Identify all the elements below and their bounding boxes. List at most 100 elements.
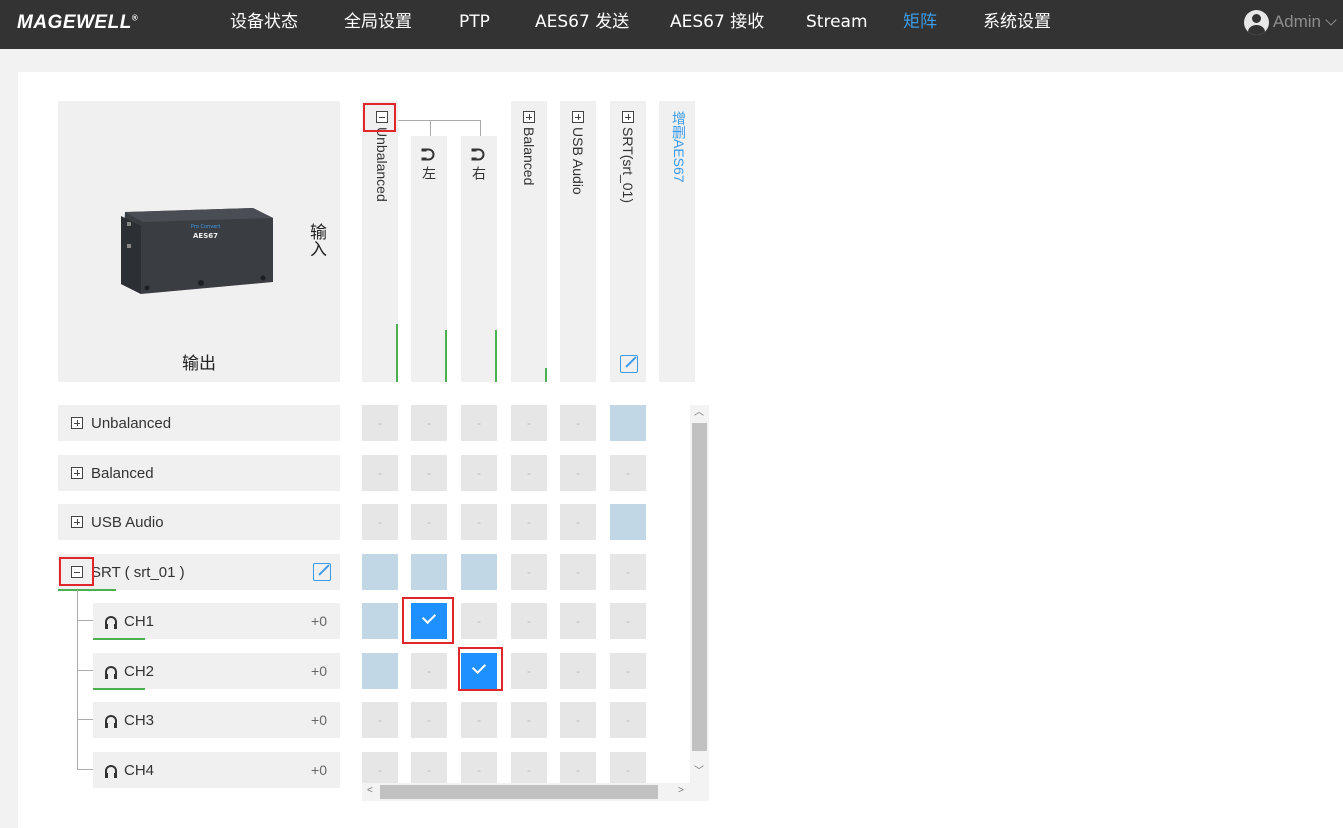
user-name: Admin	[1272, 12, 1321, 31]
routing-cell[interactable]: -	[362, 455, 398, 491]
routing-cell[interactable]: -	[411, 653, 447, 689]
gain-value[interactable]: +0	[311, 663, 327, 679]
routing-cell[interactable]: -	[610, 653, 646, 689]
highlight-box	[363, 103, 396, 132]
device-image: Pro Convert AES67	[121, 208, 273, 294]
row-tree-line	[77, 769, 93, 770]
expand-icon[interactable]	[71, 417, 83, 429]
gain-value[interactable]: +0	[311, 712, 327, 728]
routing-cell[interactable]: -	[362, 702, 398, 738]
highlight-box	[402, 597, 454, 644]
routing-cell[interactable]: -	[610, 554, 646, 590]
routing-cell[interactable]: -	[560, 653, 596, 689]
routing-cell[interactable]: -	[461, 405, 497, 441]
vertical-scrollbar[interactable]: ︿ ﹀	[690, 405, 709, 783]
row-header-srt: SRT ( srt_01 )	[58, 554, 340, 590]
nav-system-settings[interactable]: 系统设置	[983, 0, 1051, 44]
routing-cell[interactable]: -	[461, 702, 497, 738]
gain-value[interactable]: +0	[311, 613, 327, 629]
matrix-corner: Pro Convert AES67 输入 输出	[58, 101, 340, 382]
chevron-right-icon[interactable]: >	[678, 786, 684, 796]
chevron-down-icon[interactable]: ﹀	[694, 767, 704, 777]
routing-cell[interactable]: -	[461, 455, 497, 491]
routing-cell[interactable]: -	[610, 455, 646, 491]
routing-cell[interactable]: -	[560, 504, 596, 540]
routing-cell[interactable]: -	[610, 702, 646, 738]
nav-aes67-send[interactable]: AES67 发送	[535, 0, 629, 44]
routing-cell[interactable]: -	[461, 504, 497, 540]
routing-cell[interactable]: -	[362, 405, 398, 441]
headphone-icon	[423, 148, 435, 161]
headphone-icon	[105, 764, 117, 778]
routing-cell[interactable]: -	[560, 405, 596, 441]
edit-icon[interactable]	[620, 355, 638, 373]
headphone-icon	[105, 615, 117, 629]
routing-cell[interactable]: -	[511, 504, 547, 540]
row-header-ch2: CH2 +0	[93, 653, 340, 689]
level-meter	[93, 688, 145, 690]
svg-text:AES67: AES67	[193, 232, 218, 240]
col-header-usb-audio: USB Audio	[560, 101, 596, 382]
routing-cell[interactable]: -	[511, 455, 547, 491]
top-nav-bar: MAGEWELL® 设备状态 全局设置 PTP AES67 发送 AES67 接…	[0, 0, 1343, 49]
routing-cell[interactable]: -	[511, 702, 547, 738]
expand-icon[interactable]	[71, 467, 83, 479]
routing-cell[interactable]: -	[511, 405, 547, 441]
svg-text:Pro Convert: Pro Convert	[191, 224, 220, 230]
vertical-scroll-thumb[interactable]	[692, 423, 707, 751]
routing-cell[interactable]	[362, 653, 398, 689]
row-tree-line	[77, 590, 78, 769]
column-tree-line	[398, 120, 481, 121]
routing-cell[interactable]	[362, 603, 398, 639]
routing-cell[interactable]: -	[560, 702, 596, 738]
routing-cell[interactable]: -	[461, 603, 497, 639]
routing-cell[interactable]: -	[560, 455, 596, 491]
expand-icon[interactable]	[71, 516, 83, 528]
routing-cell[interactable]	[411, 554, 447, 590]
routing-cell[interactable]: -	[411, 504, 447, 540]
routing-cell[interactable]: -	[411, 405, 447, 441]
row-header-balanced: Balanced	[58, 455, 340, 491]
routing-cell[interactable]: -	[411, 455, 447, 491]
gain-value[interactable]: +0	[311, 762, 327, 778]
col-header-unbalanced: Unbalanced	[362, 101, 398, 382]
routing-cell[interactable]: -	[511, 653, 547, 689]
routing-cell[interactable]: -	[610, 603, 646, 639]
routing-cell[interactable]	[610, 504, 646, 540]
routing-cell[interactable]	[362, 554, 398, 590]
chevron-left-icon[interactable]: <	[367, 786, 373, 796]
level-meter	[93, 638, 145, 640]
routing-cell[interactable]: -	[560, 554, 596, 590]
nav-device-status[interactable]: 设备状态	[230, 0, 298, 44]
col-header-right: 右	[461, 136, 497, 382]
horizontal-scroll-thumb[interactable]	[380, 785, 658, 799]
expand-icon[interactable]	[622, 111, 634, 123]
routing-cell[interactable]: -	[411, 702, 447, 738]
edit-icon[interactable]	[313, 563, 331, 581]
routing-cell[interactable]: -	[560, 603, 596, 639]
expand-icon[interactable]	[572, 111, 584, 123]
nav-global-settings[interactable]: 全局设置	[344, 0, 412, 44]
expand-icon[interactable]	[523, 111, 535, 123]
routing-cell[interactable]: -	[362, 504, 398, 540]
nav-stream[interactable]: Stream	[806, 0, 868, 44]
routing-cell[interactable]	[461, 554, 497, 590]
chevron-up-icon[interactable]: ︿	[694, 408, 704, 418]
horizontal-scrollbar[interactable]: < >	[362, 783, 709, 801]
nav-matrix[interactable]: 矩阵	[903, 0, 937, 44]
routing-cell[interactable]: -	[511, 603, 547, 639]
magewell-logo[interactable]: MAGEWELL®	[17, 12, 138, 34]
routing-cell[interactable]	[610, 405, 646, 441]
column-tree-line	[430, 120, 431, 136]
user-menu[interactable]: Admin	[1243, 9, 1337, 35]
routing-cell[interactable]: -	[511, 554, 547, 590]
row-tree-line	[77, 719, 93, 720]
add-remove-aes67-column[interactable]: 增删AES67	[659, 101, 695, 382]
col-header-srt: SRT(srt_01)	[610, 101, 646, 382]
nav-aes67-receive[interactable]: AES67 接收	[670, 0, 764, 44]
nav-ptp[interactable]: PTP	[459, 0, 490, 44]
col-header-balanced: Balanced	[511, 101, 547, 382]
row-header-ch4: CH4 +0	[93, 752, 340, 788]
level-meter	[445, 330, 447, 382]
level-meter	[495, 330, 497, 382]
